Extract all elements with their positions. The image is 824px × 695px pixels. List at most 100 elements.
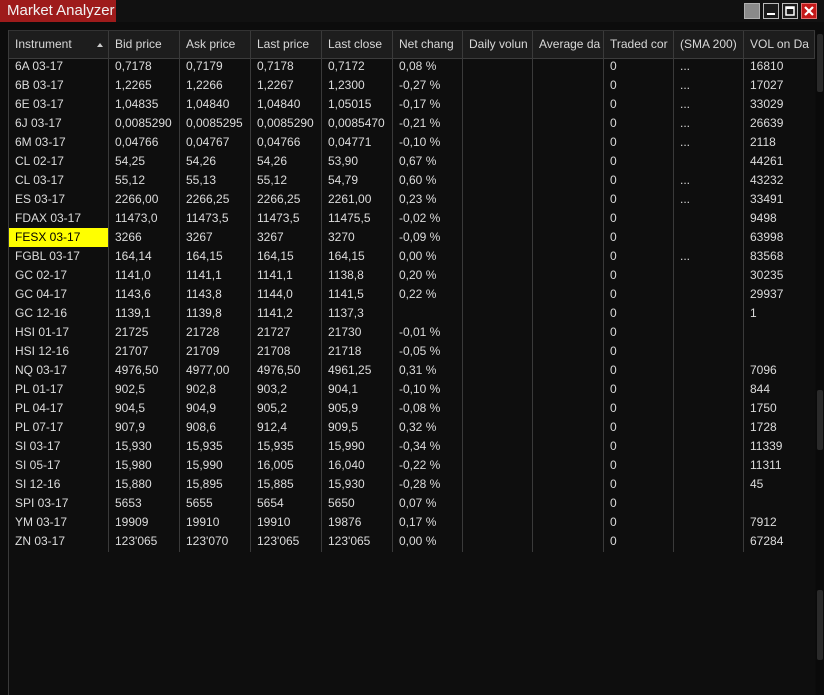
cell-last-price[interactable]: 1141,2 [251, 304, 322, 323]
cell-bid-price[interactable]: 1,04835 [109, 95, 180, 114]
cell-vol-on-da[interactable]: 9498 [744, 209, 815, 228]
instrument-cell[interactable]: SI 12-16 [9, 475, 109, 494]
cell-last-close[interactable]: 1137,3 [322, 304, 393, 323]
cell-vol-on-da[interactable]: 30235 [744, 266, 815, 285]
table-row[interactable]: YM 03-17 19909 19910 19910 19876 0,17 % 0 7912 [9, 513, 815, 532]
cell-ask-price[interactable]: 164,15 [180, 247, 251, 266]
table-row[interactable]: GC 12-16 1139,1 1139,8 1141,2 1137,3 0 1 [9, 304, 815, 323]
cell-last-price[interactable]: 903,2 [251, 380, 322, 399]
cell-bid-price[interactable]: 1143,6 [109, 285, 180, 304]
cell-daily-volun[interactable] [463, 494, 533, 513]
cell-traded-cor[interactable]: 0 [604, 190, 674, 209]
cell-sma-200[interactable] [674, 285, 744, 304]
cell-traded-cor[interactable]: 0 [604, 494, 674, 513]
cell-bid-price[interactable]: 2266,00 [109, 190, 180, 209]
cell-net-chang[interactable]: 0,00 % [393, 532, 463, 551]
cell-last-price[interactable]: 15,935 [251, 437, 322, 456]
instrument-cell[interactable]: GC 02-17 [9, 266, 109, 285]
cell-bid-price[interactable]: 904,5 [109, 399, 180, 418]
column-header-vol-on-da[interactable]: VOL on Da [744, 31, 815, 58]
cell-daily-volun[interactable] [463, 152, 533, 171]
cell-traded-cor[interactable]: 0 [604, 171, 674, 190]
maximize-icon[interactable] [782, 3, 798, 19]
cell-average-da[interactable] [533, 285, 604, 304]
cell-ask-price[interactable]: 0,0085295 [180, 114, 251, 133]
cell-bid-price[interactable]: 5653 [109, 494, 180, 513]
cell-sma-200[interactable]: ... [674, 95, 744, 114]
instrument-cell[interactable]: NQ 03-17 [9, 361, 109, 380]
column-header-net-chang[interactable]: Net chang [393, 31, 463, 58]
table-row[interactable]: FDAX 03-17 11473,0 11473,5 11473,5 11475,5 -0… [9, 209, 815, 228]
cell-average-da[interactable] [533, 266, 604, 285]
cell-average-da[interactable] [533, 532, 604, 551]
instrument-cell[interactable]: 6J 03-17 [9, 114, 109, 133]
instrument-cell[interactable]: CL 02-17 [9, 152, 109, 171]
cell-last-close[interactable]: 0,04771 [322, 133, 393, 152]
instrument-cell[interactable]: 6B 03-17 [9, 76, 109, 95]
cell-net-chang[interactable]: -0,28 % [393, 475, 463, 494]
cell-ask-price[interactable]: 1141,1 [180, 266, 251, 285]
cell-average-da[interactable] [533, 418, 604, 437]
cell-last-close[interactable]: 54,79 [322, 171, 393, 190]
minimize-icon[interactable] [763, 3, 779, 19]
cell-traded-cor[interactable]: 0 [604, 266, 674, 285]
column-header-average-da[interactable]: Average da [533, 31, 604, 58]
cell-net-chang[interactable]: -0,17 % [393, 95, 463, 114]
cell-vol-on-da[interactable]: 11311 [744, 456, 815, 475]
instrument-cell[interactable]: 6E 03-17 [9, 95, 109, 114]
column-header-traded-cor[interactable]: Traded cor [604, 31, 674, 58]
cell-bid-price[interactable]: 902,5 [109, 380, 180, 399]
cell-last-close[interactable]: 1141,5 [322, 285, 393, 304]
table-row[interactable]: CL 03-17 55,12 55,13 55,12 54,79 0,60 % 0... 43… [9, 171, 815, 190]
cell-ask-price[interactable]: 15,990 [180, 456, 251, 475]
cell-bid-price[interactable]: 0,04766 [109, 133, 180, 152]
cell-daily-volun[interactable] [463, 228, 533, 247]
cell-sma-200[interactable] [674, 437, 744, 456]
table-row[interactable]: SI 05-17 15,980 15,990 16,005 16,040 -0,22 % 0… [9, 456, 815, 475]
instrument-cell[interactable]: GC 12-16 [9, 304, 109, 323]
cell-last-close[interactable]: 15,930 [322, 475, 393, 494]
cell-bid-price[interactable]: 1139,1 [109, 304, 180, 323]
cell-daily-volun[interactable] [463, 323, 533, 342]
cell-vol-on-da[interactable]: 11339 [744, 437, 815, 456]
cell-last-price[interactable]: 19910 [251, 513, 322, 532]
cell-vol-on-da[interactable]: 844 [744, 380, 815, 399]
cell-daily-volun[interactable] [463, 285, 533, 304]
cell-last-close[interactable]: 2261,00 [322, 190, 393, 209]
cell-average-da[interactable] [533, 437, 604, 456]
cell-daily-volun[interactable] [463, 361, 533, 380]
cell-last-price[interactable]: 0,0085290 [251, 114, 322, 133]
cell-last-close[interactable]: 16,040 [322, 456, 393, 475]
cell-net-chang[interactable]: -0,05 % [393, 342, 463, 361]
cell-bid-price[interactable]: 3266 [109, 228, 180, 247]
cell-traded-cor[interactable]: 0 [604, 57, 674, 76]
cell-vol-on-da[interactable]: 17027 [744, 76, 815, 95]
cell-vol-on-da[interactable]: 1 [744, 304, 815, 323]
cell-bid-price[interactable]: 907,9 [109, 418, 180, 437]
cell-sma-200[interactable]: ... [674, 171, 744, 190]
cell-net-chang[interactable]: 0,17 % [393, 513, 463, 532]
cell-last-price[interactable]: 3267 [251, 228, 322, 247]
cell-sma-200[interactable] [674, 323, 744, 342]
cell-net-chang[interactable]: 0,32 % [393, 418, 463, 437]
cell-vol-on-da[interactable]: 7096 [744, 361, 815, 380]
cell-daily-volun[interactable] [463, 95, 533, 114]
cell-sma-200[interactable] [674, 304, 744, 323]
cell-sma-200[interactable] [674, 494, 744, 513]
cell-last-close[interactable]: 905,9 [322, 399, 393, 418]
cell-net-chang[interactable]: -0,10 % [393, 380, 463, 399]
cell-ask-price[interactable]: 15,935 [180, 437, 251, 456]
cell-last-price[interactable]: 0,04766 [251, 133, 322, 152]
column-header-daily-volun[interactable]: Daily volun [463, 31, 533, 58]
cell-ask-price[interactable]: 21728 [180, 323, 251, 342]
cell-traded-cor[interactable]: 0 [604, 95, 674, 114]
cell-last-price[interactable]: 16,005 [251, 456, 322, 475]
table-row[interactable]: 6E 03-17 1,04835 1,04840 1,04840 1,05015 -0,1… [9, 95, 815, 114]
cell-average-da[interactable] [533, 475, 604, 494]
cell-last-price[interactable]: 2266,25 [251, 190, 322, 209]
cell-vol-on-da[interactable] [744, 342, 815, 361]
instrument-cell[interactable]: GC 04-17 [9, 285, 109, 304]
cell-vol-on-da[interactable]: 7912 [744, 513, 815, 532]
cell-last-price[interactable]: 123'065 [251, 532, 322, 551]
table-row[interactable]: SI 12-16 15,880 15,895 15,885 15,930 -0,28 % 0… [9, 475, 815, 494]
